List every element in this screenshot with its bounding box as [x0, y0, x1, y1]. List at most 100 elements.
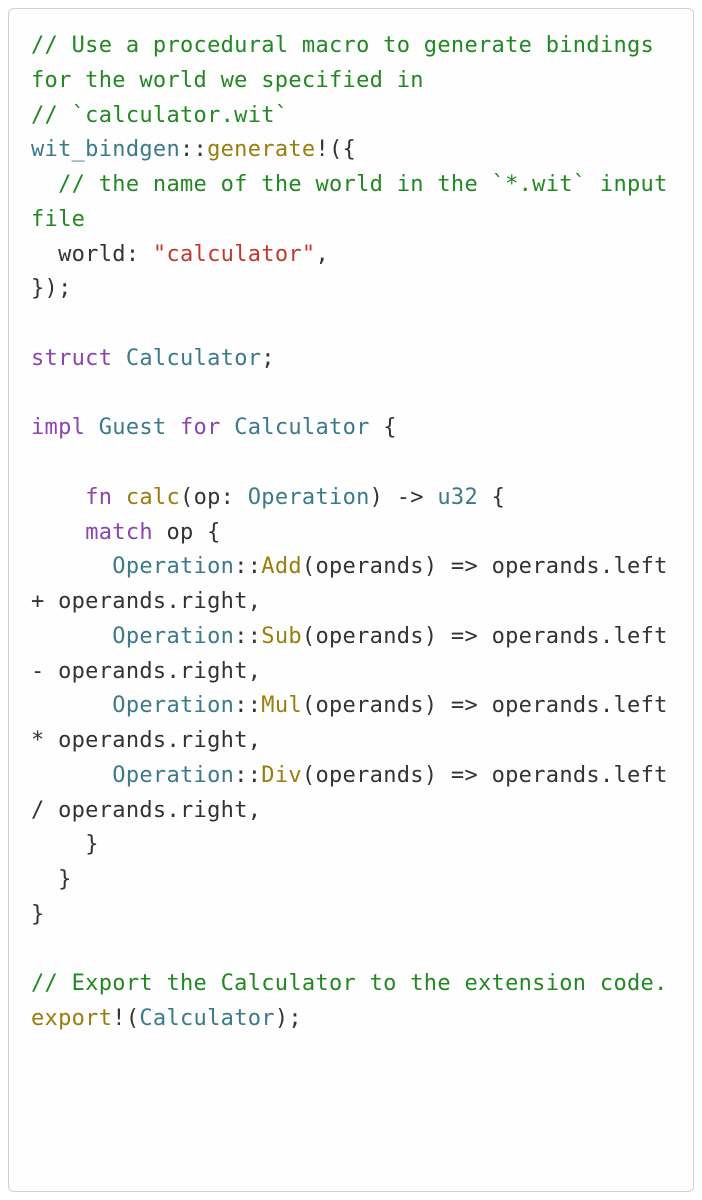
string-literal: "calculator" — [153, 242, 316, 267]
type-name: Calculator — [139, 1006, 274, 1031]
field: right — [180, 659, 248, 684]
punct: . — [600, 554, 614, 579]
ident-wrap: opera — [492, 554, 560, 579]
double-colon: :: — [180, 137, 207, 162]
param: op — [194, 485, 221, 510]
arrow: => — [437, 624, 491, 649]
punct: !( — [112, 1006, 139, 1031]
variant-name: Div — [261, 763, 302, 788]
punct: . — [166, 589, 180, 614]
indent — [31, 554, 112, 579]
punct: . — [600, 624, 614, 649]
comment-line: // Use a procedural macro to generate bi… — [31, 33, 668, 93]
variant-name: Mul — [261, 693, 302, 718]
comment-line: // Export the Calculator to the extensio… — [31, 971, 668, 996]
enum-name: Operation — [112, 693, 234, 718]
punct: }); — [31, 276, 72, 301]
indent — [31, 485, 85, 510]
punct: . — [166, 659, 180, 684]
field: left — [614, 554, 668, 579]
punct: , — [248, 798, 262, 823]
field: right — [180, 798, 248, 823]
ident: operands — [58, 728, 166, 753]
punct: . — [166, 798, 180, 823]
punct: ); — [275, 1006, 302, 1031]
field: left — [614, 763, 668, 788]
type-name: Operation — [248, 485, 370, 510]
fn-name: calc — [126, 485, 180, 510]
punct: ) — [424, 763, 438, 788]
punct: , — [248, 659, 262, 684]
key: world — [58, 242, 126, 267]
ident: operands — [315, 624, 423, 649]
indent — [31, 520, 85, 545]
punct: : — [221, 485, 248, 510]
ident-wrap: nds — [559, 763, 600, 788]
punct: { — [194, 520, 221, 545]
space — [112, 485, 126, 510]
indent — [31, 624, 112, 649]
arrow: => — [437, 693, 491, 718]
primitive-type: u32 — [437, 485, 478, 510]
namespace: wit_bindgen — [31, 137, 180, 162]
space — [221, 415, 235, 440]
close-brace: } — [31, 832, 99, 857]
punct: . — [600, 763, 614, 788]
ident: operands — [58, 798, 166, 823]
punct: ( — [302, 693, 316, 718]
indent — [31, 763, 112, 788]
code-block: // Use a procedural macro to generate bi… — [8, 8, 694, 1192]
ident-wrap: nds — [559, 554, 600, 579]
keyword: fn — [85, 485, 112, 510]
ident: operands — [58, 589, 166, 614]
arrow: => — [437, 763, 491, 788]
punct: ) -> — [370, 485, 438, 510]
punct: ( — [302, 763, 316, 788]
ident-wrap: nds — [559, 624, 600, 649]
enum-name: Operation — [112, 624, 234, 649]
ident-wrap: opera — [492, 624, 560, 649]
variant-name: Sub — [261, 624, 302, 649]
punct: , — [248, 589, 262, 614]
type-name: Guest — [99, 415, 167, 440]
close-brace: } — [31, 902, 45, 927]
field: right — [180, 589, 248, 614]
type-name: Calculator — [234, 415, 369, 440]
punct: . — [166, 728, 180, 753]
indent — [31, 242, 58, 267]
comment-line: // `calculator.wit` — [31, 103, 288, 128]
macro-name: generate — [207, 137, 315, 162]
variant-name: Add — [261, 554, 302, 579]
punct: !({ — [315, 137, 356, 162]
punct: { — [370, 415, 397, 440]
space — [85, 415, 99, 440]
indent — [31, 693, 112, 718]
ident-wrap: opera — [492, 763, 560, 788]
field: right — [180, 728, 248, 753]
macro-name: export — [31, 1006, 112, 1031]
keyword: impl — [31, 415, 85, 440]
ident: operands — [315, 763, 423, 788]
double-colon: :: — [234, 554, 261, 579]
keyword: struct — [31, 346, 112, 371]
arrow: => — [437, 554, 491, 579]
keyword: match — [85, 520, 153, 545]
field: left — [614, 693, 668, 718]
enum-name: Operation — [112, 554, 234, 579]
ident: operands — [315, 554, 423, 579]
punct: , — [248, 728, 262, 753]
ident-wrap: opera — [492, 693, 560, 718]
double-colon: :: — [234, 693, 261, 718]
ident: op — [166, 520, 193, 545]
punct: ( — [302, 554, 316, 579]
punct: ) — [424, 624, 438, 649]
space — [112, 346, 126, 371]
punct: . — [600, 693, 614, 718]
ident: operands — [315, 693, 423, 718]
enum-name: Operation — [112, 763, 234, 788]
space — [166, 415, 180, 440]
punct: ) — [424, 693, 438, 718]
punct: ; — [261, 346, 275, 371]
punct: : — [126, 242, 153, 267]
punct: ) — [424, 554, 438, 579]
